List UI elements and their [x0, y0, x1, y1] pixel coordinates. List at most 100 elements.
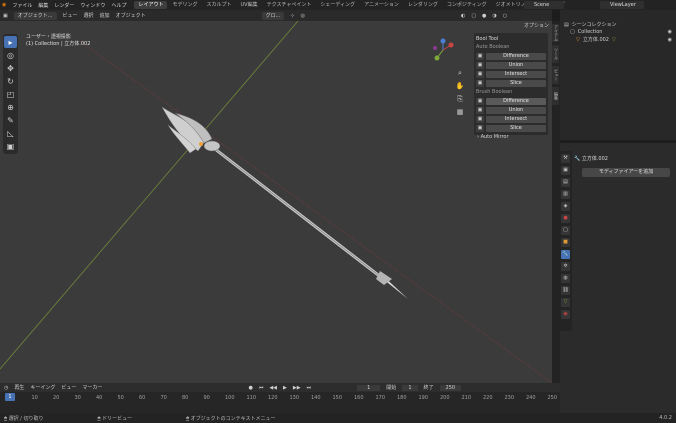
- menu-render[interactable]: レンダー: [54, 2, 74, 9]
- menu-view[interactable]: ビュー: [63, 12, 78, 19]
- move-tool-icon[interactable]: ✥: [4, 62, 17, 74]
- timeline-ruler[interactable]: 0102030405060708090100110120130140150160…: [0, 395, 560, 403]
- auto-union-button[interactable]: Union: [486, 61, 546, 69]
- view-layer-selector[interactable]: ViewLayer: [600, 1, 644, 9]
- menu-edit[interactable]: 編集: [38, 2, 48, 9]
- output-props-icon[interactable]: ▤: [561, 178, 570, 187]
- blender-logo-icon[interactable]: ◉: [2, 2, 6, 8]
- constraints-props-icon[interactable]: ⛓: [561, 286, 570, 295]
- overlay-icon[interactable]: ◐: [461, 13, 465, 19]
- view-layer-props-icon[interactable]: ▥: [561, 190, 570, 199]
- end-frame-field[interactable]: 250: [439, 384, 462, 391]
- material-props-icon[interactable]: ◉: [561, 310, 570, 319]
- next-key-icon[interactable]: ▶▶: [293, 385, 301, 391]
- 3d-viewport[interactable]: ▸ ◎ ✥ ↻ ◰ ⊕ ✎ ◺ ▣ ユーザー・透視投影 (1) Collecti…: [0, 21, 552, 383]
- xray-icon[interactable]: ▢: [471, 13, 476, 19]
- tab-animation[interactable]: アニメーション: [360, 1, 403, 9]
- auto-mirror-panel[interactable]: › Auto Mirror: [477, 134, 509, 140]
- scene-selector[interactable]: Scene: [524, 1, 564, 9]
- sidebar-tab-edit[interactable]: 編集: [552, 87, 559, 105]
- outliner-scene-collection[interactable]: ▤ シーンコレクション: [560, 10, 676, 28]
- tab-layout[interactable]: レイアウト: [134, 1, 168, 9]
- timeline-menu-view[interactable]: ビュー: [61, 384, 76, 391]
- cursor-tool-icon[interactable]: ◎: [4, 49, 17, 61]
- jump-end-icon[interactable]: ⏭: [307, 385, 312, 391]
- brush-slice-button[interactable]: Slice: [486, 124, 546, 132]
- prev-key-icon[interactable]: ◀◀: [269, 385, 277, 391]
- annotate-tool-icon[interactable]: ✎: [4, 114, 17, 126]
- tab-compositing[interactable]: コンポジティング: [443, 1, 491, 9]
- tab-sculpt[interactable]: スカルプト: [202, 1, 235, 9]
- menu-select[interactable]: 選択: [84, 12, 94, 19]
- tab-modeling[interactable]: モデリング: [168, 1, 201, 9]
- collection-props-icon[interactable]: ▢: [561, 226, 570, 235]
- zoom-icon[interactable]: ⌕: [455, 69, 465, 79]
- brush-union-button[interactable]: Union: [486, 106, 546, 114]
- world-props-icon[interactable]: ●: [561, 214, 570, 223]
- jump-start-icon[interactable]: ⏮: [259, 385, 264, 391]
- sidebar-tab-view[interactable]: ビュー: [552, 66, 559, 84]
- sidebar-tab-item[interactable]: アイテム: [552, 24, 559, 42]
- menu-help[interactable]: ヘルプ: [111, 2, 126, 9]
- brush-difference-button[interactable]: Difference: [486, 97, 546, 105]
- timeline-tick: 190: [418, 395, 429, 401]
- mode-selector[interactable]: オブジェクト...: [13, 11, 57, 20]
- play-icon[interactable]: ▶: [283, 385, 287, 391]
- visibility-eye-icon[interactable]: ◉: [668, 36, 672, 44]
- timeline-editor-icon[interactable]: ◷: [4, 385, 8, 391]
- timeline-menu-playback[interactable]: 再生: [14, 384, 24, 391]
- tab-shading[interactable]: シェーディング: [316, 1, 359, 9]
- shading-material-icon[interactable]: ◑: [492, 13, 496, 19]
- current-frame-field[interactable]: 1: [357, 384, 381, 391]
- editor-type-icon[interactable]: ▣: [3, 13, 8, 19]
- select-tool-icon[interactable]: ▸: [4, 36, 17, 48]
- measure-tool-icon[interactable]: ◺: [4, 127, 17, 139]
- menu-file[interactable]: ファイル: [12, 2, 32, 9]
- sidebar-tab-tool[interactable]: ツール: [552, 45, 559, 63]
- scene-collection-icon: ▤: [564, 22, 569, 28]
- scene-props-icon[interactable]: ◈: [561, 202, 570, 211]
- menu-object[interactable]: オブジェクト: [116, 12, 146, 19]
- outliner-object[interactable]: ▽ 立方体.002 ▽ ◉: [560, 36, 676, 44]
- auto-difference-button[interactable]: Difference: [486, 52, 546, 60]
- bool-tool-title[interactable]: Bool Tool: [476, 35, 546, 43]
- timeline-menu-keying[interactable]: キーイング: [30, 384, 55, 391]
- timeline-menu-marker[interactable]: マーカー: [82, 384, 102, 391]
- start-frame-field[interactable]: 1: [402, 384, 418, 391]
- properties-editor: ⚒ ▣ ▤ ▥ ◈ ● ▢ ■ 🔧 ✲ ◍ ⛓ ▽ ◉ 🔧 立方体.002 モデ…: [560, 143, 676, 413]
- playhead[interactable]: 1: [5, 393, 15, 401]
- options-button[interactable]: オプション: [524, 22, 549, 29]
- brush-intersect-button[interactable]: Intersect: [486, 115, 546, 123]
- auto-slice-button[interactable]: Slice: [486, 79, 546, 87]
- tool-props-icon[interactable]: ⚒: [561, 154, 570, 163]
- rotate-tool-icon[interactable]: ↻: [4, 75, 17, 87]
- transform-orientation[interactable]: グロ...: [261, 11, 285, 20]
- record-icon[interactable]: ●: [248, 385, 252, 391]
- camera-view-icon[interactable]: ⎘: [455, 95, 465, 105]
- navigation-gizmo[interactable]: [432, 38, 454, 62]
- data-props-icon[interactable]: ▽: [561, 298, 570, 307]
- modifier-props-icon[interactable]: 🔧: [561, 250, 570, 259]
- proportional-icon[interactable]: ◎: [301, 13, 305, 19]
- object-props-icon[interactable]: ■: [561, 238, 570, 247]
- add-modifier-button[interactable]: モディファイアーを追加: [582, 168, 670, 177]
- snap-icon[interactable]: ⊹: [290, 13, 294, 19]
- add-cube-tool-icon[interactable]: ▣: [4, 140, 17, 152]
- tab-rendering[interactable]: レンダリング: [404, 1, 442, 9]
- shading-solid-icon[interactable]: ●: [482, 13, 486, 19]
- visibility-eye-icon[interactable]: ◉: [668, 28, 672, 36]
- ortho-toggle-icon[interactable]: ▦: [455, 108, 465, 118]
- auto-intersect-button[interactable]: Intersect: [486, 70, 546, 78]
- transform-tool-icon[interactable]: ⊕: [4, 101, 17, 113]
- tab-uv-edit[interactable]: UV編集: [237, 1, 262, 9]
- outliner-collection[interactable]: ▢ Collection ◉: [560, 28, 676, 36]
- particles-props-icon[interactable]: ✲: [561, 262, 570, 271]
- render-props-icon[interactable]: ▣: [561, 166, 570, 175]
- scale-tool-icon[interactable]: ◰: [4, 88, 17, 100]
- shading-rendered-icon[interactable]: ○: [503, 13, 507, 19]
- menu-add[interactable]: 追加: [100, 12, 110, 19]
- pan-hand-icon[interactable]: ✋: [455, 82, 465, 92]
- physics-props-icon[interactable]: ◍: [561, 274, 570, 283]
- menu-window[interactable]: ウィンドウ: [80, 2, 105, 9]
- tab-texture-paint[interactable]: テクスチャペイント: [263, 1, 316, 9]
